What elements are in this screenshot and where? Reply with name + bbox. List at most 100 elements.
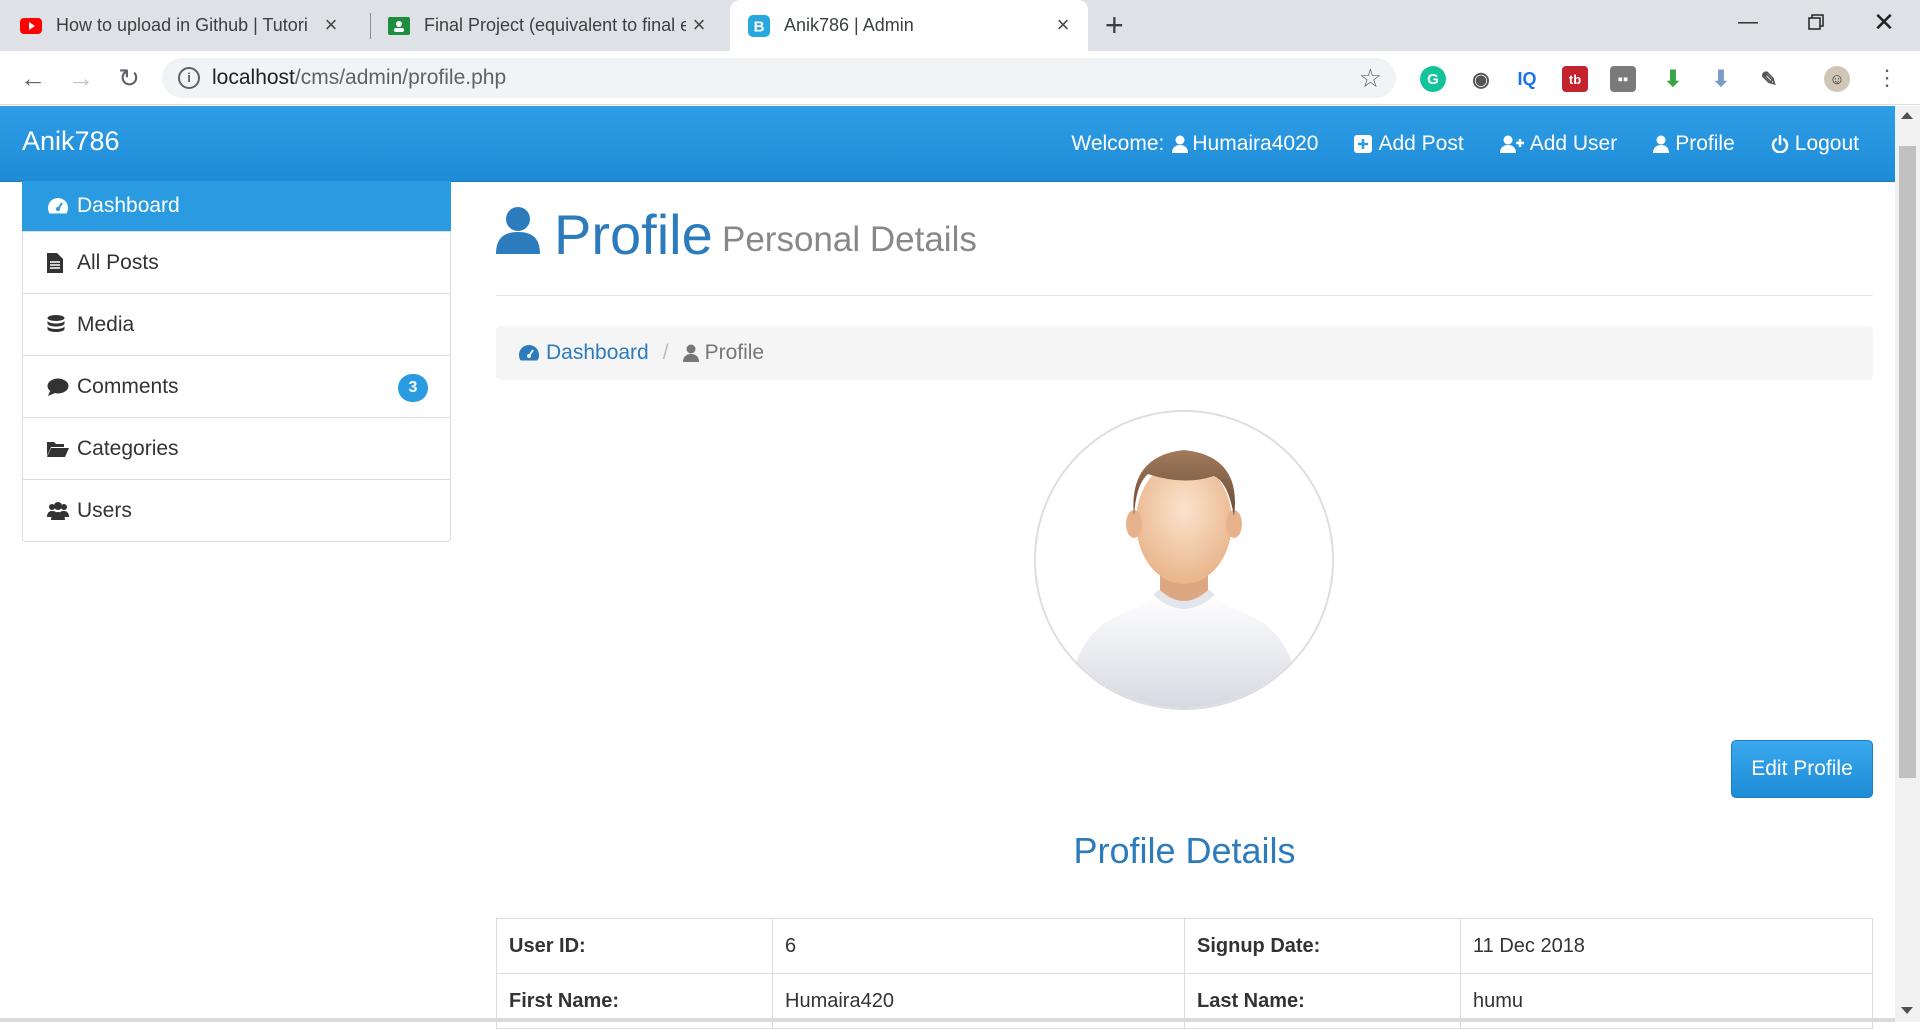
tab-title: How to upload in Github | Tutori <box>56 15 308 35</box>
welcome-label: Welcome: <box>1071 132 1165 155</box>
close-tab-icon[interactable]: × <box>688 14 710 36</box>
add-post-link[interactable]: Add Post <box>1336 106 1481 182</box>
close-tab-icon[interactable]: × <box>1052 14 1074 36</box>
close-window-icon[interactable]: ✕ <box>1856 0 1912 44</box>
user-icon <box>682 344 699 362</box>
url-text[interactable]: localhost/cms/admin/profile.php <box>212 66 506 90</box>
profile-label: Profile <box>1675 132 1735 155</box>
breadcrumb-current-label: Profile <box>704 341 765 364</box>
welcome-username: Humaira4020 <box>1192 132 1319 155</box>
extension-icon[interactable]: ▪▪ <box>1610 66 1636 92</box>
iq-extension-icon[interactable]: IQ <box>1514 66 1540 92</box>
page-scrollbar[interactable] <box>1895 106 1920 1022</box>
forward-icon[interactable]: → <box>64 61 98 95</box>
add-user-label: Add User <box>1529 132 1618 155</box>
scroll-down-icon[interactable] <box>1901 1007 1913 1014</box>
signup-date-label: Signup Date: <box>1184 918 1461 974</box>
reload-icon[interactable]: ↻ <box>112 61 146 95</box>
admin-navbar: Anik786 Welcome: Humaira4020 Add Post Ad… <box>0 106 1895 182</box>
grammarly-icon[interactable]: G <box>1420 66 1446 92</box>
bookmark-star-icon[interactable]: ☆ <box>1359 63 1382 94</box>
user-plus-icon <box>1499 135 1524 153</box>
profile-details-title: Profile Details <box>1073 830 1296 871</box>
signup-date-value: 11 Dec 2018 <box>1460 918 1873 974</box>
profile-details-table: User ID: 6 Signup Date: 11 Dec 2018 Firs… <box>496 918 1873 1029</box>
site-info-icon[interactable]: i <box>178 67 200 89</box>
database-icon <box>47 314 73 335</box>
sidebar-item-all-posts[interactable]: All Posts <box>23 231 450 293</box>
breadcrumb-separator: / <box>662 341 669 364</box>
user-icon <box>1172 135 1189 153</box>
table-row: User ID: 6 Signup Date: 11 Dec 2018 <box>496 918 1873 974</box>
browser-menu-icon[interactable]: ⋮ <box>1870 61 1904 95</box>
profile-avatar <box>1034 410 1334 710</box>
scrollbar-thumb[interactable] <box>1899 146 1916 778</box>
sidebar-item-comments[interactable]: Comments 3 <box>23 355 450 417</box>
scroll-up-icon[interactable] <box>1901 112 1913 119</box>
comment-icon <box>47 378 73 396</box>
download-helper-icon[interactable]: ⬇ <box>1660 66 1686 92</box>
breadcrumb-home-label: Dashboard <box>546 341 649 364</box>
new-tab-icon[interactable]: + <box>1105 8 1124 42</box>
sidebar-item-users[interactable]: Users <box>23 479 450 541</box>
sidebar-item-media[interactable]: Media <box>23 293 450 355</box>
brand-link[interactable]: Anik786 <box>22 126 120 157</box>
tab-title: Final Project (equivalent to final e <box>424 15 686 35</box>
users-icon <box>47 501 73 520</box>
tab-youtube[interactable]: How to upload in Github | Tutori × <box>20 0 356 51</box>
dashboard-icon <box>518 344 540 362</box>
minimize-icon[interactable]: — <box>1720 0 1776 44</box>
sidebar-item-dashboard[interactable]: Dashboard <box>22 181 451 231</box>
sidebar-item-label: Dashboard <box>77 194 180 217</box>
svg-text:B: B <box>754 18 765 35</box>
sidebar-item-label: Categories <box>77 436 179 460</box>
tab-admin[interactable]: B Anik786 | Admin × <box>730 0 1088 51</box>
back-icon[interactable]: ← <box>16 61 50 95</box>
close-tab-icon[interactable]: × <box>320 14 342 36</box>
user-icon <box>1653 135 1670 153</box>
profile-link[interactable]: Profile <box>1635 106 1753 182</box>
dashboard-icon <box>47 197 73 215</box>
eyedropper-icon[interactable]: ✎ <box>1756 66 1782 92</box>
breadcrumb-current: Profile <box>682 341 765 365</box>
navbar-links: Welcome: Humaira4020 Add Post Add User P… <box>1053 106 1877 182</box>
tab-separator <box>370 13 371 39</box>
file-icon <box>47 252 73 273</box>
comments-count-badge: 3 <box>398 374 428 402</box>
folder-open-icon <box>47 440 73 458</box>
bootstrap-icon: B <box>748 14 770 37</box>
sidebar-item-categories[interactable]: Categories <box>23 417 450 479</box>
page-subtitle: Personal Details <box>722 220 977 259</box>
sidebar-item-label: Comments <box>77 374 179 398</box>
sidebar-item-label: All Posts <box>77 250 159 274</box>
user-icon <box>496 206 540 259</box>
tab-classroom[interactable]: Final Project (equivalent to final e × <box>388 0 724 51</box>
breadcrumb-dashboard-link[interactable]: Dashboard <box>518 341 649 365</box>
restore-icon[interactable] <box>1788 0 1844 44</box>
add-user-link[interactable]: Add User <box>1482 106 1636 182</box>
url-host: localhost <box>212 66 295 89</box>
admin-sidebar: Dashboard All Posts Media Comments 3 Cat… <box>22 181 451 542</box>
url-path: /cms/admin/profile.php <box>294 66 507 89</box>
sidebar-item-label: Users <box>77 498 132 522</box>
logout-label: Logout <box>1794 132 1859 155</box>
add-post-label: Add Post <box>1378 132 1464 155</box>
browser-toolbar: ← → ↻ i localhost/cms/admin/profile.php … <box>0 51 1920 105</box>
avatar-illustration <box>1036 412 1332 708</box>
address-bar[interactable]: i localhost/cms/admin/profile.php ☆ <box>162 58 1396 98</box>
sidebar-item-label: Media <box>77 312 135 336</box>
taskbar-edge <box>0 1018 1895 1022</box>
page-header: Profile Personal Details <box>496 182 1873 296</box>
user-id-value: 6 <box>772 918 1185 974</box>
profile-avatar-icon[interactable]: ☺ <box>1824 66 1850 92</box>
browser-tab-bar: How to upload in Github | Tutori × Final… <box>0 0 1920 51</box>
tubebuddy-icon[interactable]: tb <box>1562 66 1588 92</box>
breadcrumb: Dashboard / Profile <box>496 326 1873 380</box>
power-icon <box>1771 135 1789 153</box>
eye-extension-icon[interactable]: ◉ <box>1468 66 1494 92</box>
logout-link[interactable]: Logout <box>1753 106 1877 182</box>
edit-profile-button[interactable]: Edit Profile <box>1731 740 1873 798</box>
tab-title: Anik786 | Admin <box>784 15 914 35</box>
main-content: Profile Personal Details Dashboard / Pro… <box>496 182 1873 1029</box>
download-arrow-icon[interactable]: ⬇ <box>1708 66 1734 92</box>
